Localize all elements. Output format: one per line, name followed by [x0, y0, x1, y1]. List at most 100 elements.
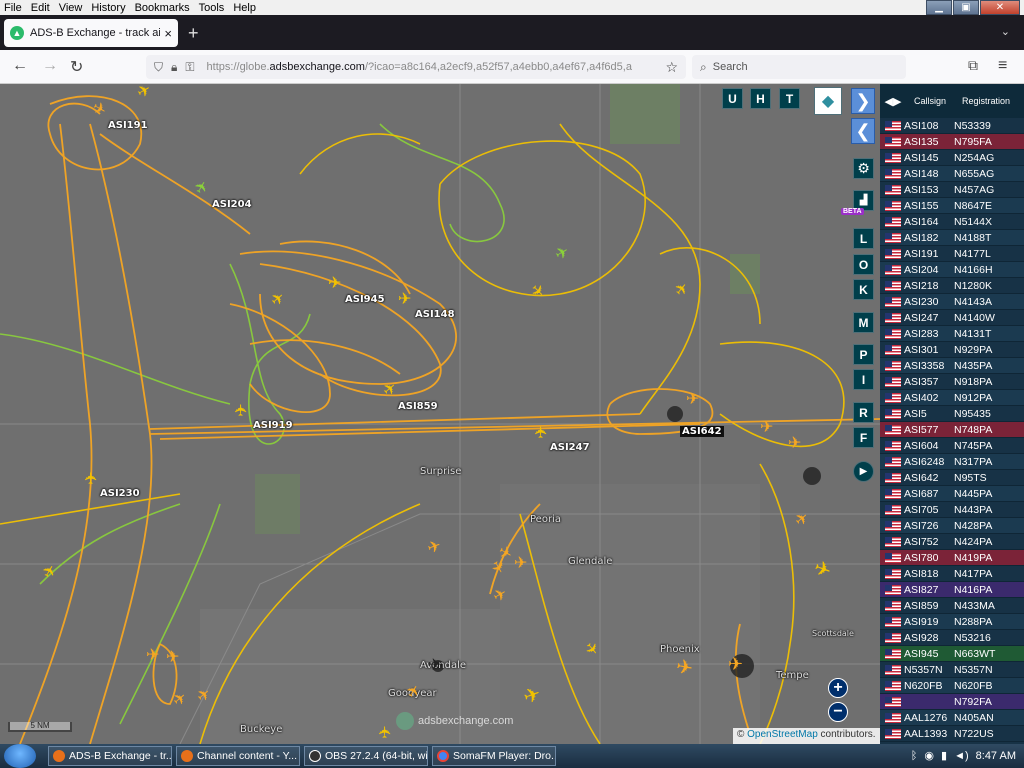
table-row[interactable]: ASI859 N433MA [880, 598, 1024, 614]
table-row[interactable]: ASI6248 N317PA [880, 454, 1024, 470]
aircraft-icon[interactable]: ✈ [686, 392, 699, 408]
table-row[interactable]: ASI191 N4177L [880, 246, 1024, 262]
panel-toggle-icon[interactable]: ◀▶ [880, 95, 906, 108]
menu-file[interactable]: File [4, 2, 22, 14]
bookmark-star-icon[interactable]: ☆ [665, 59, 678, 76]
table-row[interactable]: ASI687 N445PA [880, 486, 1024, 502]
menu-history[interactable]: History [91, 2, 125, 14]
table-row[interactable]: ASI148 N655AG [880, 166, 1024, 182]
table-row[interactable]: AAL1393 N722US [880, 726, 1024, 742]
table-row[interactable]: ASI818 N417PA [880, 566, 1024, 582]
toggle-h-button[interactable]: H [750, 88, 771, 109]
settings-gear-icon[interactable]: ⚙ [853, 158, 874, 179]
table-row[interactable]: ASI204 N4166H [880, 262, 1024, 278]
url-text[interactable]: https://globe.adsbexchange.com/?icao=a8c… [207, 61, 666, 73]
zoom-out-button[interactable]: − [828, 702, 848, 722]
aircraft-label[interactable]: ASI148 [415, 309, 455, 320]
toggle-p-button[interactable]: P [853, 344, 874, 365]
table-row[interactable]: ASI780 N419PA [880, 550, 1024, 566]
toggle-l-button[interactable]: L [853, 228, 874, 249]
layers-icon[interactable]: ◆ [814, 87, 842, 115]
search-input[interactable]: ⌕ Search [692, 55, 906, 79]
replay-icon[interactable]: ▶ [853, 461, 874, 482]
aircraft-icon[interactable]: ✈ [234, 403, 251, 416]
table-row[interactable]: ASI283 N4131T [880, 326, 1024, 342]
maximize-button[interactable]: ▣ [953, 0, 979, 15]
list-tabs-icon[interactable]: ⌄ [1001, 25, 1010, 38]
lock-icon[interactable]: 🔒︎ [171, 60, 177, 75]
aircraft-icon[interactable]: ✈ [760, 420, 773, 436]
toggle-i-button[interactable]: I [853, 369, 874, 390]
toggle-r-button[interactable]: R [853, 402, 874, 423]
new-tab-button[interactable]: + [188, 23, 199, 44]
table-row[interactable]: ASI752 N424PA [880, 534, 1024, 550]
table-row[interactable]: ASI182 N4188T [880, 230, 1024, 246]
openstreetmap-link[interactable]: OpenStreetMap [747, 729, 818, 740]
table-row[interactable]: ASI945 N663WT [880, 646, 1024, 662]
table-row[interactable]: ASI247 N4140W [880, 310, 1024, 326]
tray-app-icon[interactable]: ◉ [924, 749, 934, 762]
aircraft-icon[interactable]: ✈ [84, 471, 101, 484]
extensions-icon[interactable]: ⧉ [968, 57, 978, 74]
menu-edit[interactable]: Edit [31, 2, 50, 14]
aircraft-icon[interactable]: ✈ [728, 655, 743, 673]
table-row[interactable]: ASI164 N5144X [880, 214, 1024, 230]
table-row[interactable]: ASI402 N912PA [880, 390, 1024, 406]
table-row[interactable]: ASI642 N95TS [880, 470, 1024, 486]
expand-panel-button[interactable]: ❯ [851, 88, 875, 114]
aircraft-label[interactable]: ASI204 [212, 199, 252, 210]
close-window-button[interactable]: ✕ [980, 0, 1020, 15]
table-row[interactable]: ASI928 N53216 [880, 630, 1024, 646]
table-row[interactable]: ASI145 N254AG [880, 150, 1024, 166]
table-row[interactable]: ASI357 N918PA [880, 374, 1024, 390]
column-header-callsign[interactable]: Callsign [906, 96, 962, 106]
table-row[interactable]: ASI301 N929PA [880, 342, 1024, 358]
back-button[interactable]: ← [12, 57, 28, 75]
map-canvas[interactable] [0, 84, 880, 744]
menu-bookmarks[interactable]: Bookmarks [135, 2, 190, 14]
table-row[interactable]: ASI919 N288PA [880, 614, 1024, 630]
column-header-registration[interactable]: Registration [962, 96, 1024, 106]
aircraft-icon[interactable]: ✈ [514, 556, 527, 572]
toggle-k-button[interactable]: K [853, 279, 874, 300]
table-row[interactable]: ASI218 N1280K [880, 278, 1024, 294]
toggle-o-button[interactable]: O [853, 254, 874, 275]
aircraft-label[interactable]: ASI945 [345, 294, 385, 305]
toggle-u-button[interactable]: U [722, 88, 743, 109]
bluetooth-icon[interactable]: ᛒ [911, 750, 918, 762]
table-row[interactable]: ASI705 N443PA [880, 502, 1024, 518]
toggle-m-button[interactable]: M [853, 312, 874, 333]
url-bar[interactable]: ⛉ 🔒︎ ⚿ https://globe.adsbexchange.com/?i… [146, 55, 686, 79]
collapse-panel-button[interactable]: ❮ [851, 118, 875, 144]
table-row[interactable]: AAL1276 N405AN [880, 710, 1024, 726]
tab-adsb[interactable]: ▲ ADS-B Exchange - track aircraft × [4, 19, 178, 47]
minimize-button[interactable]: ▁ [926, 0, 952, 15]
table-row[interactable]: ASI153 N457AG [880, 182, 1024, 198]
aircraft-label[interactable]: ASI919 [253, 420, 293, 431]
menu-view[interactable]: View [59, 2, 83, 14]
aircraft-icon[interactable]: ✈ [328, 276, 341, 292]
task-firefox-adsb[interactable]: ADS-B Exchange - tr... [48, 746, 172, 766]
task-chrome-somafm[interactable]: SomaFM Player: Dro... [432, 746, 556, 766]
aircraft-label[interactable]: ASI230 [100, 488, 140, 499]
aircraft-icon[interactable]: ✈ [428, 658, 441, 674]
task-firefox-channel[interactable]: Channel content - Y... [176, 746, 300, 766]
aircraft-icon[interactable]: ✈ [378, 725, 395, 738]
volume-icon[interactable]: ◄) [954, 750, 969, 762]
zoom-in-button[interactable]: + [828, 678, 848, 698]
table-row[interactable]: N5357N N5357N [880, 662, 1024, 678]
table-row[interactable]: ASI604 N745PA [880, 438, 1024, 454]
table-row[interactable]: N792FA [880, 694, 1024, 710]
aircraft-icon[interactable]: ✈ [146, 648, 159, 664]
menu-help[interactable]: Help [233, 2, 256, 14]
aircraft-label[interactable]: ASI859 [398, 401, 438, 412]
aircraft-label[interactable]: ASI191 [108, 120, 148, 131]
aircraft-label[interactable]: ASI247 [550, 442, 590, 453]
table-row[interactable]: ASI577 N748PA [880, 422, 1024, 438]
table-row[interactable]: ASI135 N795FA [880, 134, 1024, 150]
table-row[interactable]: ASI726 N428PA [880, 518, 1024, 534]
reload-button[interactable]: ↻ [70, 57, 83, 77]
tab-close-icon[interactable]: × [164, 26, 172, 41]
table-row[interactable]: ASI108 N53339 [880, 118, 1024, 134]
aircraft-label-selected[interactable]: ASI642 [680, 426, 724, 437]
